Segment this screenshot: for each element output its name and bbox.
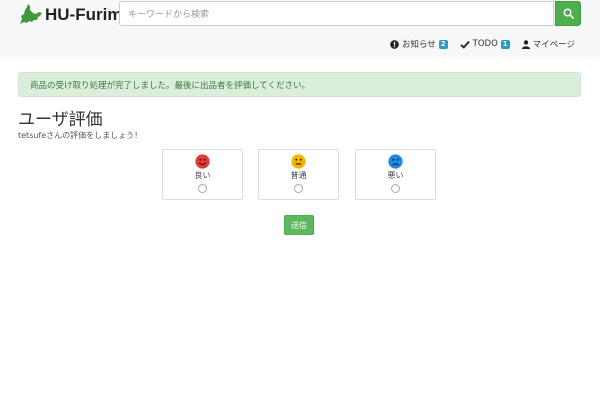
rating-radio-neutral[interactable] <box>294 184 303 193</box>
hokkaido-logo-icon <box>20 4 42 24</box>
rating-label-neutral: 普通 <box>290 171 307 180</box>
rating-option-bad[interactable]: 悪い <box>355 149 436 200</box>
nav-todo[interactable]: TODO 1 <box>460 39 510 49</box>
nav-notifications-label: お知らせ <box>401 40 436 50</box>
alert-text: 商品の受け取り処理が完了しました。最後に出品者を評価してください。 <box>30 80 310 91</box>
submit-button[interactable]: 送信 <box>284 215 314 235</box>
success-alert: 商品の受け取り処理が完了しました。最後に出品者を評価してください。 <box>18 72 581 97</box>
rating-label-bad: 悪い <box>387 171 404 180</box>
smile-icon <box>195 154 210 169</box>
frown-icon <box>388 154 403 169</box>
search-button[interactable] <box>555 1 581 26</box>
search-field[interactable] <box>119 1 554 27</box>
page-subtitle: tetsufeさんの評価をしましょう！ <box>18 131 143 140</box>
user-icon <box>521 39 530 49</box>
page-title: ユーザ評価 <box>18 110 103 130</box>
exclamation-circle-icon <box>390 39 399 49</box>
brand-logo[interactable]: HU-Furima <box>18 4 132 26</box>
nav-notifications[interactable]: お知らせ 2 <box>390 38 448 50</box>
nav-links: お知らせ 2 TODO 1 マイページ <box>378 38 575 50</box>
neutral-face-icon <box>291 154 306 169</box>
navbar: HU-Furima お知らせ 2 TODO 1 <box>0 0 600 57</box>
nav-mypage[interactable]: マイページ <box>521 38 575 50</box>
search-icon <box>563 8 574 19</box>
nav-todo-label: TODO <box>472 39 498 49</box>
rating-radio-good[interactable] <box>198 184 207 193</box>
rating-option-good[interactable]: 良い <box>162 149 243 200</box>
search-input[interactable] <box>120 3 553 27</box>
nav-mypage-label: マイページ <box>532 40 575 50</box>
todo-count-badge: 1 <box>500 39 510 49</box>
rating-label-good: 良い <box>194 171 211 180</box>
rating-option-neutral[interactable]: 普通 <box>258 149 339 200</box>
notifications-count-badge: 2 <box>438 39 448 49</box>
check-icon <box>460 40 470 49</box>
rating-radio-bad[interactable] <box>391 184 400 193</box>
